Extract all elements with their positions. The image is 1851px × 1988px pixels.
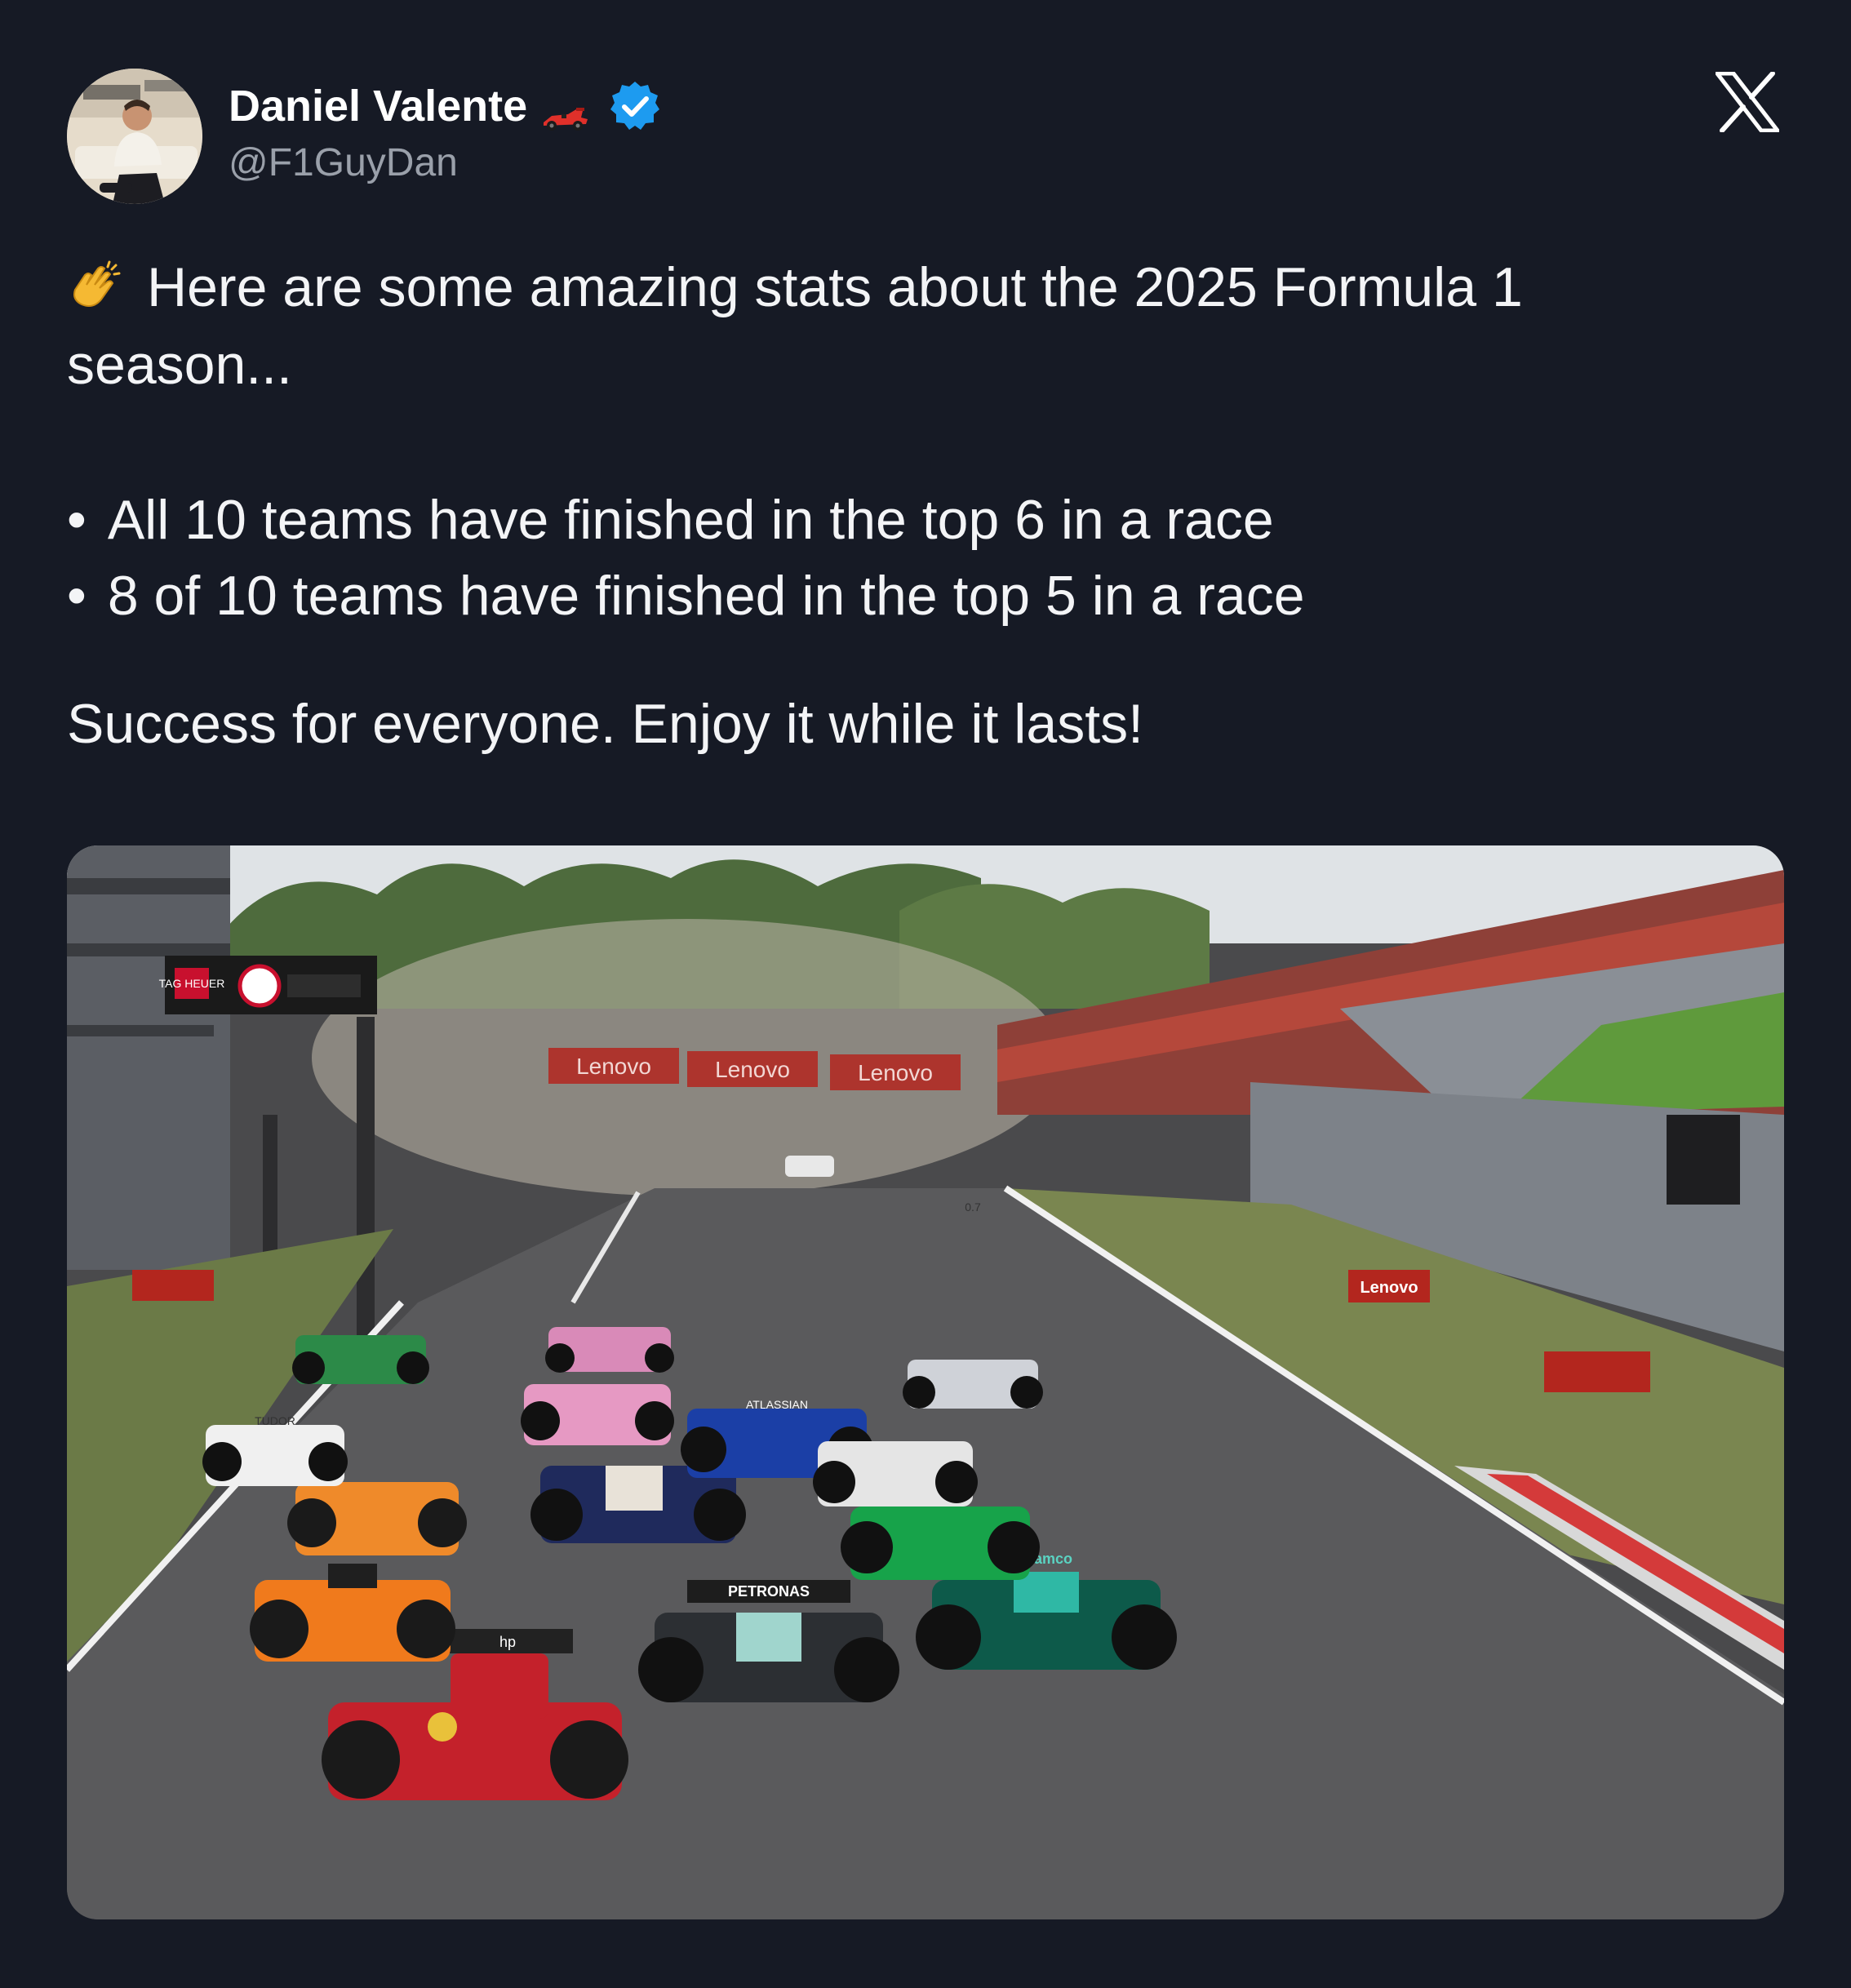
petronas-wing-text: PETRONAS xyxy=(728,1583,810,1600)
avatar-photo xyxy=(67,69,202,204)
lenovo-side-sign: Lenovo xyxy=(1360,1279,1418,1297)
tudor-wing-text: TUDOR xyxy=(255,1414,295,1427)
car-green-rear xyxy=(292,1335,429,1384)
author-avatar[interactable] xyxy=(67,69,202,204)
car-pink-rear xyxy=(545,1327,674,1373)
lenovo-banner-2: Lenovo xyxy=(715,1057,790,1082)
tweet-closing: Success for everyone. Enjoy it while it … xyxy=(67,693,1143,755)
stat-bullet-1: All 10 teams have finished in the top 6 … xyxy=(67,481,1789,557)
tag-heuer-sign: TAG HEUER xyxy=(159,977,225,990)
stats-list: All 10 teams have finished in the top 6 … xyxy=(67,481,1789,633)
verified-badge-icon xyxy=(609,80,661,132)
car-sauber xyxy=(841,1507,1040,1580)
tweet-intro-line: Here are some amazing stats about the 20… xyxy=(67,249,1789,326)
car-mclaren-2 xyxy=(287,1482,467,1555)
tweet-body: Here are some amazing stats about the 20… xyxy=(67,249,1789,763)
stat-bullet-2: 8 of 10 teams have finished in the top 5… xyxy=(67,557,1789,633)
clapping-hands-icon xyxy=(67,257,124,314)
x-logo-icon[interactable] xyxy=(1715,71,1780,133)
atlassian-wing-text: ATLASSIAN xyxy=(746,1398,808,1411)
tweet-intro-text-2: season... xyxy=(67,334,292,396)
lenovo-banner-1: Lenovo xyxy=(576,1054,651,1079)
car-racing-bulls: TUDOR xyxy=(202,1414,348,1486)
author-name-row[interactable]: Daniel Valente xyxy=(229,80,661,132)
hp-wing-text: hp xyxy=(499,1634,516,1650)
race-start-photo[interactable]: TAG HEUER Lenovo Lenovo Lenovo Lenovo PE… xyxy=(67,845,1784,1919)
distance-marker: 0.7 xyxy=(965,1200,981,1214)
race-car-icon xyxy=(540,92,589,131)
car-white-rear xyxy=(903,1360,1043,1409)
author-name[interactable]: Daniel Valente xyxy=(229,81,527,131)
author-handle[interactable]: @F1GuyDan xyxy=(229,140,458,185)
tweet-intro-text-1: Here are some amazing stats about the 20… xyxy=(147,256,1523,318)
lenovo-banner-3: Lenovo xyxy=(858,1060,933,1085)
car-alpine xyxy=(521,1384,674,1445)
car-haas xyxy=(813,1441,978,1507)
